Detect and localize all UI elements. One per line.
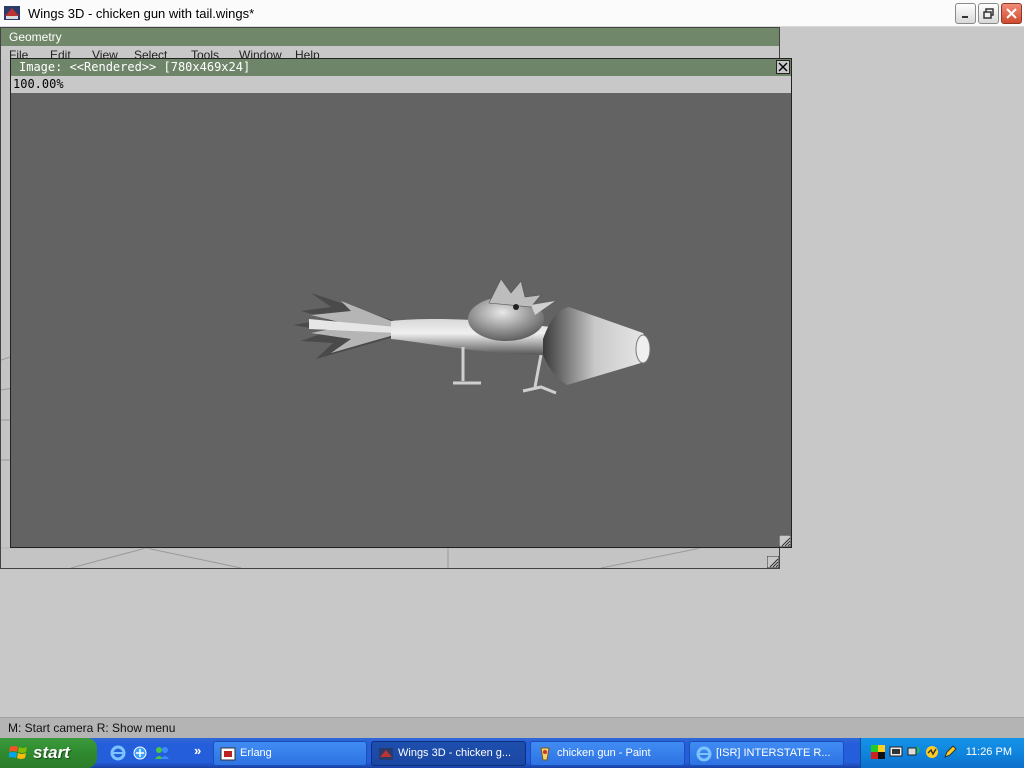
rendered-image: [11, 93, 791, 547]
restore-button[interactable]: [978, 3, 999, 24]
muzzle-cone: [543, 307, 647, 385]
geometry-titlebar[interactable]: Geometry: [1, 28, 779, 46]
task-label: [ISR] INTERSTATE R...: [716, 747, 831, 759]
display-icon[interactable]: [889, 745, 903, 759]
ie-icon[interactable]: [110, 745, 126, 761]
image-window: Image: <<Rendered>> [780x469x24] 100.00%: [10, 58, 792, 548]
app-titlebar[interactable]: Wings 3D - chicken gun with tail.wings*: [0, 0, 1024, 27]
zoom-level: 100.00%: [11, 76, 791, 93]
status-bar: M: Start camera R: Show menu: [0, 717, 1024, 738]
task-wings3d[interactable]: Wings 3D - chicken g...: [371, 741, 526, 766]
erlang-icon: [220, 747, 236, 761]
msn-icon[interactable]: [154, 745, 170, 761]
task-browser[interactable]: [ISR] INTERSTATE R...: [689, 741, 844, 766]
start-button[interactable]: start: [0, 738, 97, 768]
restore-icon: [982, 8, 994, 19]
comb: [488, 278, 542, 308]
start-label: start: [33, 743, 70, 762]
system-tray: 11:26 PM: [860, 738, 1024, 768]
clock[interactable]: 11:26 PM: [966, 746, 1012, 758]
taskbar: start » Erlang Wings 3D - chicken g... c…: [0, 738, 1024, 768]
windows-logo-icon: [9, 746, 27, 759]
minimize-button[interactable]: [955, 3, 976, 24]
pen-icon[interactable]: [943, 745, 957, 759]
muzzle-opening: [635, 334, 651, 364]
minimize-icon: [961, 16, 968, 18]
outlook-icon[interactable]: [132, 745, 148, 761]
app-title: Wings 3D - chicken gun with tail.wings*: [28, 6, 255, 21]
close-button[interactable]: [1001, 3, 1022, 24]
image-titlebar[interactable]: Image: <<Rendered>> [780x469x24]: [11, 59, 791, 76]
close-icon: [1006, 8, 1017, 19]
wings-icon: [379, 748, 393, 760]
image-resize-grip[interactable]: [779, 535, 791, 547]
chicken-gun-render: [293, 278, 651, 395]
image-close-button[interactable]: [776, 60, 790, 74]
geometry-resize-grip[interactable]: [767, 556, 779, 568]
network-icon[interactable]: [907, 745, 921, 759]
tail-feathers: [293, 293, 401, 359]
task-erlang[interactable]: Erlang: [213, 741, 367, 766]
wings3d-app-icon: [4, 6, 20, 20]
color-icon[interactable]: [871, 745, 885, 759]
task-label: Wings 3D - chicken g...: [398, 747, 512, 759]
task-paint[interactable]: chicken gun - Paint: [530, 741, 685, 766]
task-label: chicken gun - Paint: [557, 747, 651, 759]
volume-icon[interactable]: [925, 745, 939, 759]
ie-icon: [696, 746, 712, 762]
task-label: Erlang: [240, 747, 272, 759]
paint-icon: [540, 747, 550, 761]
eye: [513, 304, 519, 310]
quick-launch-chevron[interactable]: »: [194, 743, 201, 758]
close-icon: [778, 62, 788, 72]
